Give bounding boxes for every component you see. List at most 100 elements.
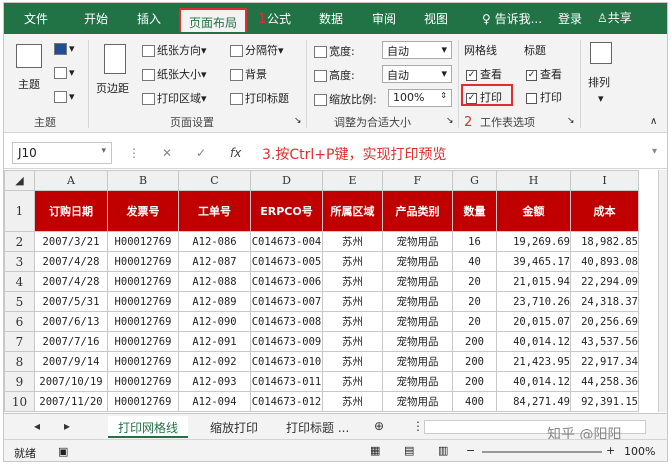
data-cell[interactable]: 苏州 [322,371,383,392]
theme-icon[interactable] [16,44,42,68]
name-box[interactable]: J10 ▾ [12,142,112,164]
data-cell[interactable]: 40 [452,251,497,272]
header-cell[interactable]: 金额 [496,190,571,232]
login-link[interactable]: 登录 [558,10,582,27]
scale-spinner[interactable]: 100% ⇕ [388,89,452,107]
data-cell[interactable]: H00012769 [107,371,179,392]
share-button[interactable]: ♙共享 [597,9,632,26]
column-header[interactable]: B [107,170,179,191]
row-header[interactable]: 5 [4,291,35,312]
sheet-tab-print-gridlines[interactable]: 打印网格线 [108,416,189,438]
macro-record-icon[interactable]: ▣ [58,445,68,458]
tab-view[interactable]: 视图 [424,10,448,27]
data-cell[interactable]: 苏州 [322,351,383,372]
data-cell[interactable]: 苏州 [322,391,383,412]
data-cell[interactable]: 22,917.34 [570,351,639,372]
data-cell[interactable]: 200 [452,371,497,392]
zoom-in-icon[interactable]: + [606,444,615,457]
data-cell[interactable]: C014673-006 [250,271,323,292]
tab-review[interactable]: 审阅 [372,10,396,27]
data-cell[interactable]: A12-088 [178,271,251,292]
column-header[interactable]: I [570,170,639,191]
header-cell[interactable]: 订购日期 [34,190,108,232]
row-header[interactable]: 9 [4,371,35,392]
data-cell[interactable]: 23,710.26 [496,291,571,312]
row-header[interactable]: 4 [4,271,35,292]
size-button[interactable]: 纸张大小▾ [142,66,207,82]
data-cell[interactable]: 200 [452,331,497,352]
dialog-launcher-icon[interactable]: ↘ [446,116,454,126]
column-header[interactable]: H [496,170,571,191]
header-cell[interactable]: 工单号 [178,190,251,232]
data-cell[interactable]: 2007/4/28 [34,271,108,292]
row-header[interactable]: 1 [4,190,35,232]
data-cell[interactable]: 2007/5/31 [34,291,108,312]
data-cell[interactable]: C014673-012 [250,391,323,412]
data-cell[interactable]: C014673-009 [250,331,323,352]
header-cell[interactable]: 发票号 [107,190,179,232]
data-cell[interactable]: 43,537.56 [570,331,639,352]
headings-print-checkbox[interactable]: 打印 [526,89,562,105]
header-cell[interactable]: ERPCO号 [250,190,323,232]
orientation-button[interactable]: 纸张方向▾ [142,42,207,58]
data-cell[interactable]: 21,015.94 [496,271,571,292]
header-cell[interactable]: 成本 [570,190,639,232]
data-cell[interactable]: 苏州 [322,271,383,292]
data-cell[interactable]: C014673-005 [250,251,323,272]
data-cell[interactable]: 22,294.09 [570,271,639,292]
data-cell[interactable]: 宠物用品 [382,291,453,312]
print-titles-button[interactable]: 打印标题 [230,90,289,106]
data-cell[interactable]: 2007/6/13 [34,311,108,332]
column-header[interactable]: F [382,170,453,191]
data-cell[interactable]: 200 [452,351,497,372]
data-cell[interactable]: 84,271.49 [496,391,571,412]
data-cell[interactable]: 20,015.07 [496,311,571,332]
row-header[interactable]: 10 [4,391,35,412]
theme-button[interactable]: 主题 [18,76,40,92]
data-cell[interactable]: 苏州 [322,251,383,272]
data-cell[interactable]: 2007/9/14 [34,351,108,372]
data-cell[interactable]: C014673-010 [250,351,323,372]
data-cell[interactable]: 苏州 [322,311,383,332]
data-cell[interactable]: 苏州 [322,331,383,352]
data-cell[interactable]: C014673-004 [250,231,323,252]
gridlines-view-checkbox[interactable]: ✓ 查看 [466,66,502,82]
dialog-launcher-icon[interactable]: ↘ [294,116,302,126]
margins-button[interactable]: 页边距 [96,80,129,96]
tab-data[interactable]: 数据 [319,10,343,27]
data-cell[interactable]: A12-094 [178,391,251,412]
data-cell[interactable]: 宠物用品 [382,231,453,252]
data-cell[interactable]: 20 [452,271,497,292]
data-cell[interactable]: 2007/3/21 [34,231,108,252]
data-cell[interactable]: H00012769 [107,391,179,412]
data-cell[interactable]: 20 [452,311,497,332]
data-cell[interactable]: 92,391.15 [570,391,639,412]
data-cell[interactable]: 宠物用品 [382,391,453,412]
data-cell[interactable]: 20,256.69 [570,311,639,332]
header-cell[interactable]: 数量 [452,190,497,232]
data-cell[interactable]: 宠物用品 [382,271,453,292]
headings-view-checkbox[interactable]: ✓ 查看 [526,66,562,82]
column-header[interactable]: D [250,170,323,191]
next-sheet-icon[interactable]: ▸ [54,416,80,438]
sheet-tab-scale-print[interactable]: 缩放打印 [200,416,268,438]
height-select[interactable]: 自动 ▾ [382,65,452,83]
margins-icon[interactable] [104,44,126,74]
enter-icon[interactable]: ✓ [196,146,206,160]
page-break-view-icon[interactable]: ▥ [438,444,448,457]
tell-me-box[interactable]: ♀ 告诉我... [482,10,542,27]
zoom-level[interactable]: 100% [624,445,655,458]
data-cell[interactable]: H00012769 [107,271,179,292]
prev-sheet-icon[interactable]: ◂ [24,416,50,438]
sheet-tab-print-titles[interactable]: 打印标题 ... [276,416,359,438]
data-cell[interactable]: A12-092 [178,351,251,372]
row-header[interactable]: 6 [4,311,35,332]
data-cell[interactable]: 19,269.69 [496,231,571,252]
cancel-icon[interactable]: ✕ [162,146,172,160]
data-cell[interactable]: 16 [452,231,497,252]
data-cell[interactable]: 苏州 [322,231,383,252]
data-cell[interactable]: A12-089 [178,291,251,312]
data-cell[interactable]: A12-091 [178,331,251,352]
data-cell[interactable]: 2007/7/16 [34,331,108,352]
data-cell[interactable]: 40,014.12 [496,371,571,392]
